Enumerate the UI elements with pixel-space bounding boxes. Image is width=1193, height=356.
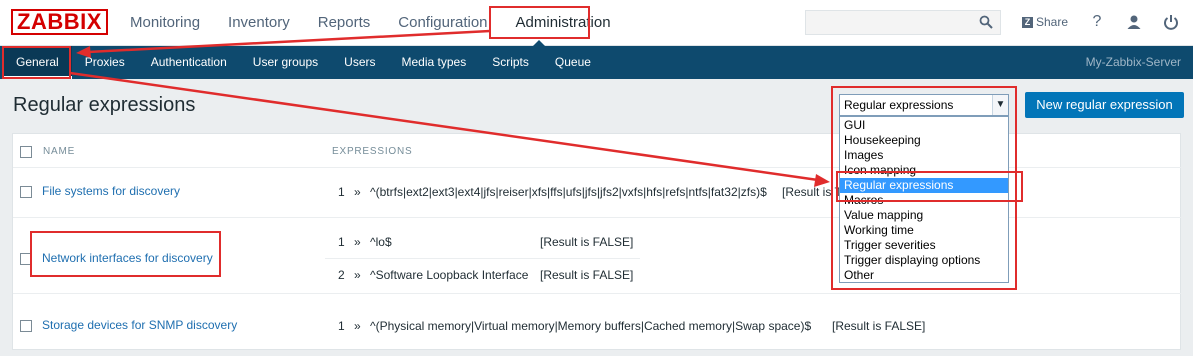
user-profile-icon[interactable] <box>1125 13 1143 31</box>
zabbix-logo[interactable]: ZABBIX <box>11 9 108 35</box>
annotation-box-administration <box>489 6 590 39</box>
search-input[interactable] <box>805 10 1001 35</box>
subnav-scripts[interactable]: Scripts <box>479 46 542 79</box>
annotation-box-regular-expressions-option <box>836 171 1023 202</box>
regex-name-link[interactable]: File systems for discovery <box>42 184 180 198</box>
regex-name-link[interactable]: Storage devices for SNMP discovery <box>42 318 237 332</box>
row-checkbox[interactable] <box>20 186 32 198</box>
expression-result: [Result is FALSE] <box>540 235 634 249</box>
annotation-box-general <box>2 46 71 79</box>
expression-text: ^Software Loopback Interface <box>370 268 529 282</box>
column-header-name[interactable]: NAME <box>43 146 75 157</box>
help-icon[interactable]: ? <box>1088 13 1106 31</box>
expression-result: [Result is FALSE] <box>832 319 926 333</box>
nav-monitoring[interactable]: Monitoring <box>116 0 214 46</box>
subnav-media-types[interactable]: Media types <box>389 46 480 79</box>
top-bar: ZABBIX Monitoring Inventory Reports Conf… <box>0 0 1193 46</box>
expression-separator: » <box>354 319 361 333</box>
subnav-users[interactable]: Users <box>331 46 388 79</box>
expression-separator: » <box>354 268 361 282</box>
expression-text: ^(Physical memory|Virtual memory|Memory … <box>370 319 812 333</box>
nav-reports[interactable]: Reports <box>304 0 385 46</box>
expression-divider <box>325 258 640 259</box>
subnav-proxies[interactable]: Proxies <box>72 46 138 79</box>
new-regular-expression-button[interactable]: New regular expression <box>1025 92 1184 118</box>
expression-result: [Result is FALSE] <box>540 268 634 282</box>
zabbix-share-icon: Z <box>1022 16 1033 28</box>
expression-number: 1 <box>338 185 345 199</box>
row-checkbox[interactable] <box>20 320 32 332</box>
expression-number: 1 <box>338 235 345 249</box>
expression-number: 1 <box>338 319 345 333</box>
sign-out-icon[interactable] <box>1162 13 1180 31</box>
page-title: Regular expressions <box>13 94 196 116</box>
subnav-queue[interactable]: Queue <box>542 46 604 79</box>
share-label: Share <box>1036 15 1069 29</box>
annotation-box-network-interfaces <box>30 231 221 277</box>
subnav-user-groups[interactable]: User groups <box>240 46 331 79</box>
expression-separator: » <box>354 185 361 199</box>
expression-separator: » <box>354 235 361 249</box>
share-button[interactable]: Z Share <box>1022 15 1068 29</box>
sub-menu-bar: General Proxies Authentication User grou… <box>0 46 1193 79</box>
row-divider <box>13 293 1182 294</box>
subnav-authentication[interactable]: Authentication <box>138 46 240 79</box>
expression-text: ^lo$ <box>370 235 392 249</box>
expression-number: 2 <box>338 268 345 282</box>
nav-configuration[interactable]: Configuration <box>384 0 501 46</box>
search-icon[interactable] <box>979 15 993 29</box>
select-all-checkbox[interactable] <box>20 146 32 158</box>
column-header-expressions: EXPRESSIONS <box>332 146 413 157</box>
server-name: My-Zabbix-Server <box>1085 55 1181 69</box>
nav-inventory[interactable]: Inventory <box>214 0 304 46</box>
sub-nav: General Proxies Authentication User grou… <box>3 46 604 79</box>
expression-text: ^(btrfs|ext2|ext3|ext4|jfs|reiser|xfs|ff… <box>370 185 767 199</box>
